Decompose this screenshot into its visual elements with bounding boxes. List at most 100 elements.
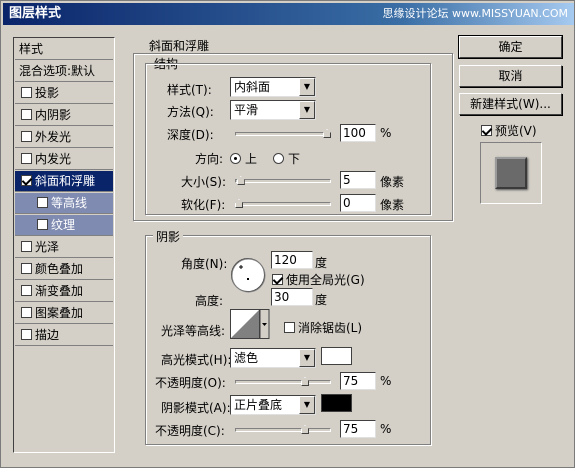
style-item[interactable]: 外发光 bbox=[15, 127, 113, 148]
style-item-label: 内阴影 bbox=[35, 108, 72, 122]
new-style-button[interactable]: 新建样式(W)... bbox=[459, 93, 562, 115]
depth-input[interactable]: 100 bbox=[340, 124, 376, 142]
checkbox-icon[interactable] bbox=[21, 263, 32, 274]
cancel-button[interactable]: 取消 bbox=[459, 65, 562, 87]
soften-slider[interactable] bbox=[235, 199, 331, 208]
soften-label: 软化(F): bbox=[181, 198, 226, 212]
style-label: 样式(T): bbox=[167, 83, 212, 97]
altitude-input[interactable]: 30 bbox=[271, 288, 313, 306]
shadow-mode-select[interactable]: 正片叠底 ▼ bbox=[230, 395, 316, 415]
style-select-value: 内斜面 bbox=[234, 80, 271, 94]
style-item[interactable]: 内发光 bbox=[15, 149, 113, 170]
checkbox-checked-icon[interactable] bbox=[272, 274, 283, 285]
highlight-color-swatch[interactable] bbox=[321, 347, 352, 365]
ok-button[interactable]: 确定 bbox=[458, 35, 563, 59]
technique-select-value: 平滑 bbox=[234, 103, 259, 117]
shadow-mode-label: 阴影模式(A): bbox=[161, 401, 231, 415]
style-item-label: 纹理 bbox=[51, 218, 76, 232]
angle-dial-icon bbox=[231, 258, 266, 293]
style-item-label: 外发光 bbox=[35, 130, 72, 144]
watermark: 思缘设计论坛 www.MISSYUAN.COM bbox=[382, 7, 568, 20]
size-input[interactable]: 5 bbox=[340, 171, 376, 189]
size-label: 大小(S): bbox=[181, 175, 227, 189]
style-item[interactable]: 颜色叠加 bbox=[15, 259, 113, 280]
style-item[interactable]: 渐变叠加 bbox=[15, 281, 113, 302]
chevron-down-icon[interactable]: ▼ bbox=[299, 78, 315, 96]
style-preview bbox=[480, 142, 542, 204]
gloss-contour-label: 光泽等高线: bbox=[161, 324, 226, 338]
shadow-opacity-input[interactable]: 75 bbox=[340, 420, 376, 438]
technique-select[interactable]: 平滑 ▼ bbox=[230, 100, 316, 120]
global-light-checkbox[interactable]: 使用全局光(G) bbox=[272, 271, 365, 288]
checkbox-icon[interactable] bbox=[37, 197, 48, 208]
shading-title: 阴影 bbox=[153, 228, 184, 245]
style-item[interactable]: 图案叠加 bbox=[15, 303, 113, 324]
global-light-label: 使用全局光(G) bbox=[286, 273, 365, 287]
style-item-label: 投影 bbox=[35, 86, 60, 100]
checkbox-icon[interactable] bbox=[21, 307, 32, 318]
layer-style-dialog: 图层样式 思缘设计论坛 www.MISSYUAN.COM 样式 混合选项:默认 … bbox=[0, 0, 575, 468]
preview-checkbox[interactable]: 预览(V) bbox=[481, 122, 537, 139]
angle-dial[interactable] bbox=[230, 257, 266, 293]
soften-input[interactable]: 0 bbox=[340, 194, 376, 212]
highlight-opacity-slider[interactable] bbox=[235, 377, 331, 386]
style-item[interactable]: 描边 bbox=[15, 325, 113, 346]
style-item[interactable]: 纹理 bbox=[15, 215, 113, 236]
shadow-mode-value: 正片叠底 bbox=[234, 398, 283, 412]
style-item-label: 斜面和浮雕 bbox=[35, 174, 96, 188]
shadow-color-swatch[interactable] bbox=[321, 394, 352, 412]
checkbox-icon[interactable] bbox=[284, 322, 295, 333]
highlight-mode-select[interactable]: 滤色 ▼ bbox=[230, 348, 316, 368]
checkbox-icon[interactable] bbox=[37, 219, 48, 230]
contour-preview-icon bbox=[230, 309, 270, 339]
size-unit: 像素 bbox=[380, 175, 405, 189]
style-item-label: 描边 bbox=[35, 328, 60, 342]
style-item-label: 渐变叠加 bbox=[35, 284, 84, 298]
blend-options-item[interactable]: 混合选项:默认 bbox=[15, 61, 113, 82]
style-item[interactable]: 光泽 bbox=[15, 237, 113, 258]
direction-down-radio[interactable]: 下 bbox=[273, 150, 300, 167]
chevron-down-icon[interactable]: ▼ bbox=[299, 396, 315, 414]
style-item[interactable]: 投影 bbox=[15, 83, 113, 104]
chevron-down-icon[interactable]: ▼ bbox=[299, 101, 315, 119]
angle-input[interactable]: 120 bbox=[271, 251, 313, 269]
highlight-mode-label: 高光模式(H): bbox=[161, 353, 232, 367]
style-item[interactable]: 斜面和浮雕 bbox=[15, 171, 113, 192]
style-list-header[interactable]: 样式 bbox=[15, 39, 113, 60]
technique-label: 方法(Q): bbox=[167, 105, 214, 119]
radio-selected-icon[interactable] bbox=[230, 153, 241, 164]
checkbox-icon[interactable] bbox=[21, 131, 32, 142]
radio-icon[interactable] bbox=[273, 153, 284, 164]
checkbox-icon[interactable] bbox=[21, 109, 32, 120]
highlight-opacity-label: 不透明度(O): bbox=[155, 376, 226, 390]
antialias-label: 消除锯齿(L) bbox=[298, 321, 363, 335]
highlight-mode-value: 滤色 bbox=[234, 351, 259, 365]
direction-up-label: 上 bbox=[245, 152, 258, 166]
gloss-contour-picker[interactable] bbox=[230, 309, 270, 340]
direction-down-label: 下 bbox=[288, 152, 301, 166]
shadow-opacity-label: 不透明度(C): bbox=[155, 424, 225, 438]
checkbox-icon[interactable] bbox=[21, 329, 32, 340]
checkbox-icon[interactable] bbox=[21, 241, 32, 252]
altitude-unit: 度 bbox=[315, 293, 328, 307]
checkbox-checked-icon[interactable] bbox=[21, 175, 32, 186]
shadow-opacity-unit: % bbox=[380, 422, 392, 436]
altitude-label: 高度: bbox=[195, 294, 224, 308]
shadow-opacity-slider[interactable] bbox=[235, 425, 331, 434]
checkbox-icon[interactable] bbox=[21, 87, 32, 98]
size-slider[interactable] bbox=[235, 176, 331, 185]
direction-label: 方向: bbox=[195, 152, 224, 166]
style-select[interactable]: 内斜面 ▼ bbox=[230, 77, 316, 97]
style-item[interactable]: 内阴影 bbox=[15, 105, 113, 126]
style-item[interactable]: 等高线 bbox=[15, 193, 113, 214]
direction-up-radio[interactable]: 上 bbox=[230, 150, 257, 167]
checkbox-checked-icon[interactable] bbox=[481, 125, 492, 136]
soften-unit: 像素 bbox=[380, 198, 405, 212]
checkbox-icon[interactable] bbox=[21, 153, 32, 164]
highlight-opacity-input[interactable]: 75 bbox=[340, 372, 376, 390]
depth-slider[interactable] bbox=[235, 129, 331, 138]
antialias-checkbox[interactable]: 消除锯齿(L) bbox=[284, 319, 362, 336]
chevron-down-icon[interactable]: ▼ bbox=[299, 349, 315, 367]
preview-label: 预览(V) bbox=[495, 124, 537, 138]
checkbox-icon[interactable] bbox=[21, 285, 32, 296]
